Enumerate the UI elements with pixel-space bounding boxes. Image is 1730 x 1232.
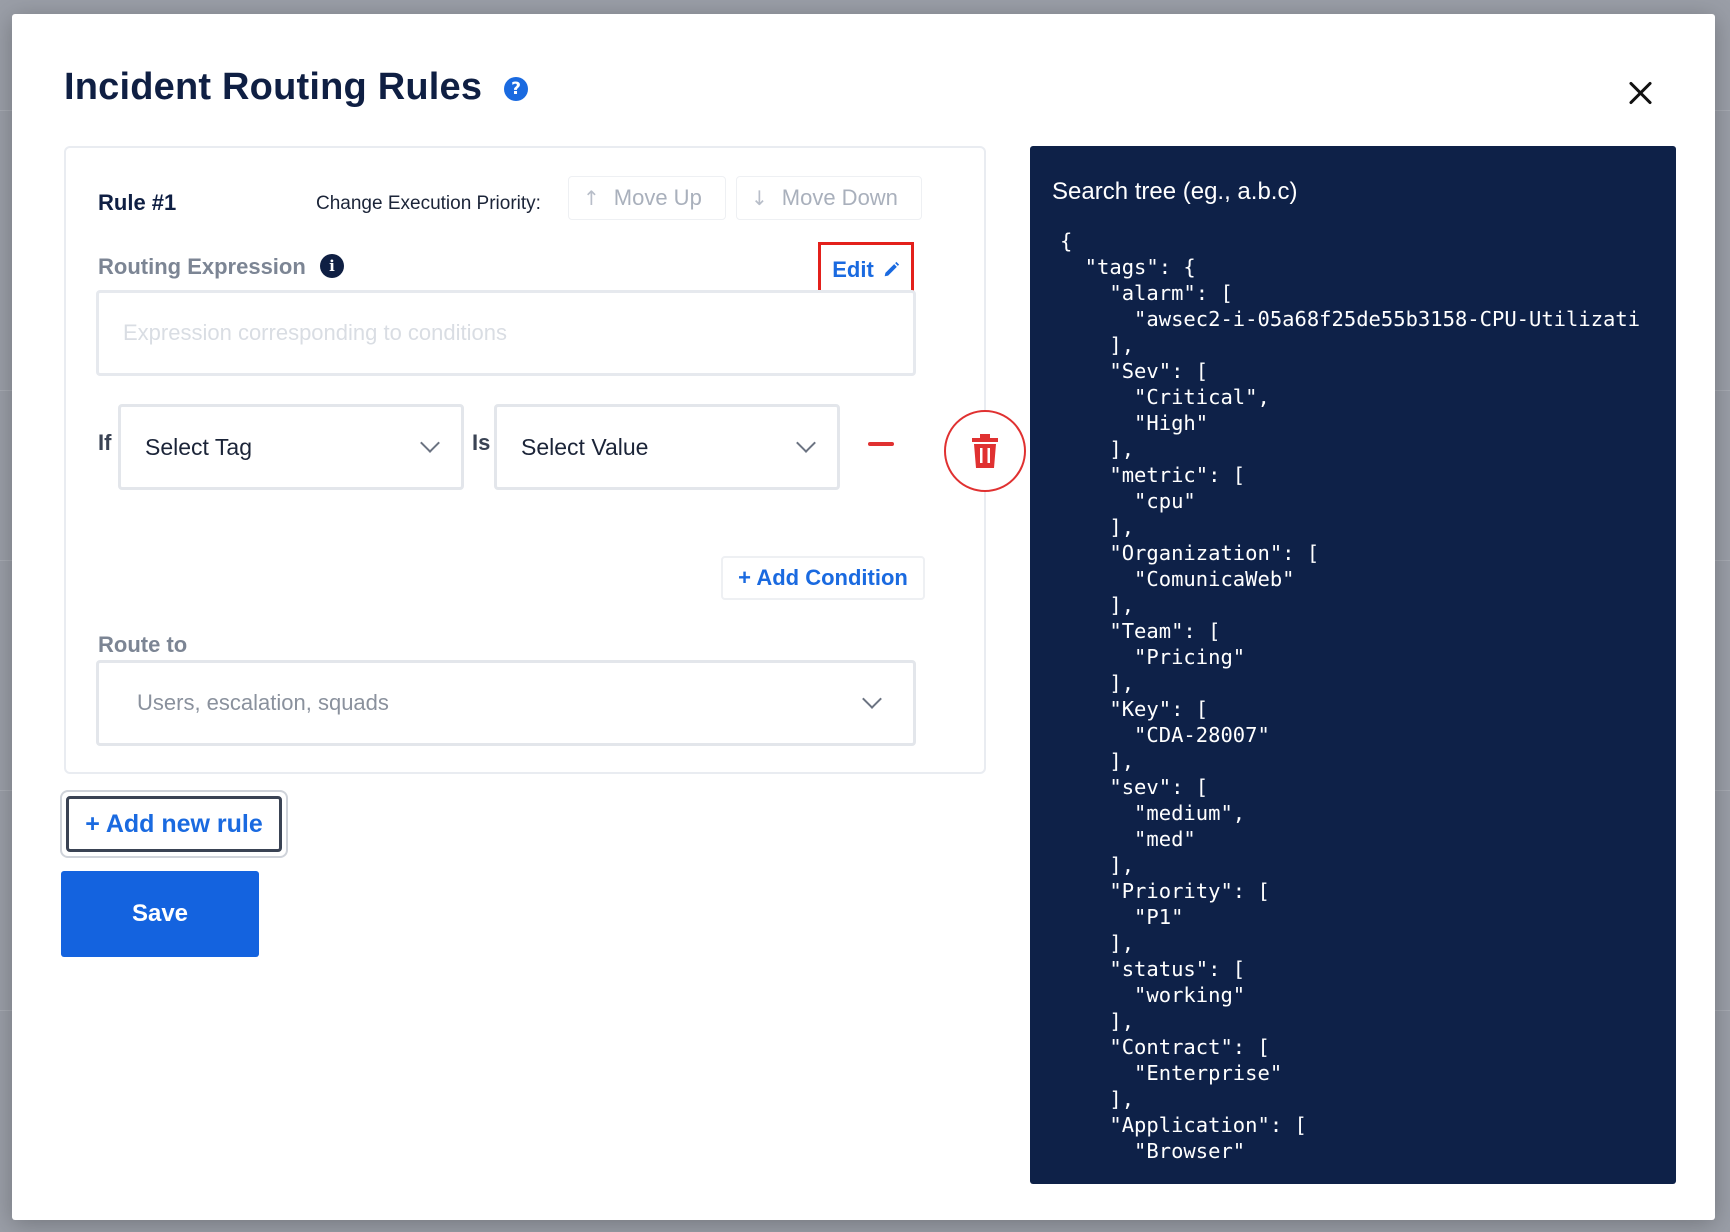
pencil-icon <box>884 261 899 277</box>
select-value-dropdown[interactable]: Select Value <box>494 404 840 490</box>
tree-line: "medium", <box>1060 801 1246 825</box>
add-new-rule-label: + Add new rule <box>66 796 282 852</box>
tree-line: "status": [ <box>1060 957 1246 981</box>
tree-line: ], <box>1060 853 1135 877</box>
rule-number: Rule #1 <box>98 190 177 215</box>
payload-json-tree[interactable]: { "tags": { "alarm": [ "awsec2-i-05a68f2… <box>1060 228 1676 1164</box>
tree-line: ], <box>1060 333 1135 357</box>
tree-line: { <box>1060 229 1073 253</box>
tree-line: "Sev": [ <box>1060 359 1209 383</box>
tree-line: "med" <box>1060 827 1196 851</box>
rule-card: Rule #1 Change Execution Priority: ↑ Mov… <box>64 146 1026 774</box>
tree-line: ], <box>1060 749 1135 773</box>
tree-line: "tags": { <box>1060 255 1196 279</box>
tree-line: ], <box>1060 515 1135 539</box>
tree-line: "Contract": [ <box>1060 1035 1270 1059</box>
tree-line: "awsec2-i-05a68f25de55b3158-CPU-Utilizat… <box>1060 307 1641 331</box>
arrow-down-icon: ↓ <box>751 186 768 210</box>
tree-line: "Application": [ <box>1060 1113 1307 1137</box>
info-icon[interactable]: i <box>320 254 344 278</box>
question-circle-icon[interactable]: ? <box>504 77 528 101</box>
tree-line: "High" <box>1060 411 1209 435</box>
add-condition-button[interactable]: + Add Condition <box>721 556 925 600</box>
add-new-rule-button[interactable]: + Add new rule <box>60 790 288 858</box>
search-tree-panel: { "tags": { "alarm": [ "awsec2-i-05a68f2… <box>1030 146 1676 1184</box>
tree-line: "Pricing" <box>1060 645 1246 669</box>
tree-line: "CDA-28007" <box>1060 723 1270 747</box>
close-icon[interactable] <box>1620 74 1660 114</box>
route-to-dropdown[interactable]: Users, escalation, squads <box>96 660 916 746</box>
remove-condition-icon[interactable] <box>868 442 894 446</box>
execution-priority-label: Change Execution Priority: <box>316 193 541 214</box>
select-tag-value: Select Tag <box>145 433 252 460</box>
tree-line: ], <box>1060 931 1135 955</box>
tree-line: ], <box>1060 593 1135 617</box>
delete-rule-button[interactable] <box>944 410 1026 492</box>
tree-line: "working" <box>1060 983 1246 1007</box>
select-value-value: Select Value <box>521 433 649 460</box>
trash-icon <box>972 434 998 468</box>
tree-line: ], <box>1060 1087 1135 1111</box>
tree-line: ], <box>1060 1009 1135 1033</box>
tree-line: "Enterprise" <box>1060 1061 1283 1085</box>
tree-line: "Organization": [ <box>1060 541 1320 565</box>
tree-line: ], <box>1060 437 1135 461</box>
chevron-down-icon <box>862 689 882 709</box>
select-tag-dropdown[interactable]: Select Tag <box>118 404 464 490</box>
tree-line: "Critical", <box>1060 385 1270 409</box>
chevron-down-icon <box>796 433 816 453</box>
tree-line: "P1" <box>1060 905 1184 929</box>
tree-line: "Key": [ <box>1060 697 1209 721</box>
routing-expression-input[interactable] <box>96 290 916 376</box>
tree-line: "ComunicaWeb" <box>1060 567 1295 591</box>
arrow-up-icon: ↑ <box>583 186 600 210</box>
tree-line: ], <box>1060 671 1135 695</box>
tree-line: "Team": [ <box>1060 619 1221 643</box>
move-up-label: Move Up <box>613 185 702 210</box>
move-down-label: Move Down <box>781 185 898 210</box>
search-tree-input[interactable] <box>1052 172 1652 212</box>
route-to-placeholder: Users, escalation, squads <box>137 690 389 715</box>
route-to-label: Route to <box>98 632 188 657</box>
is-label: Is <box>472 430 491 455</box>
tree-line: "alarm": [ <box>1060 281 1233 305</box>
tree-line: "Browser" <box>1060 1139 1246 1163</box>
tree-line: "cpu" <box>1060 489 1196 513</box>
routing-expression-label: Routing Expression <box>98 254 306 279</box>
move-up-button[interactable]: ↑ Move Up <box>568 176 726 220</box>
modal-title: Incident Routing Rules <box>64 66 483 108</box>
tree-line: "metric": [ <box>1060 463 1246 487</box>
edit-label: Edit <box>832 257 874 282</box>
chevron-down-icon <box>420 433 440 453</box>
tree-line: "sev": [ <box>1060 775 1209 799</box>
routing-rules-modal: Incident Routing Rules ? Rule #1 Change … <box>12 14 1715 1220</box>
save-button[interactable]: Save <box>61 871 259 957</box>
tree-line: "Priority": [ <box>1060 879 1270 903</box>
if-label: If <box>98 430 112 455</box>
move-down-button[interactable]: ↓ Move Down <box>736 176 922 220</box>
